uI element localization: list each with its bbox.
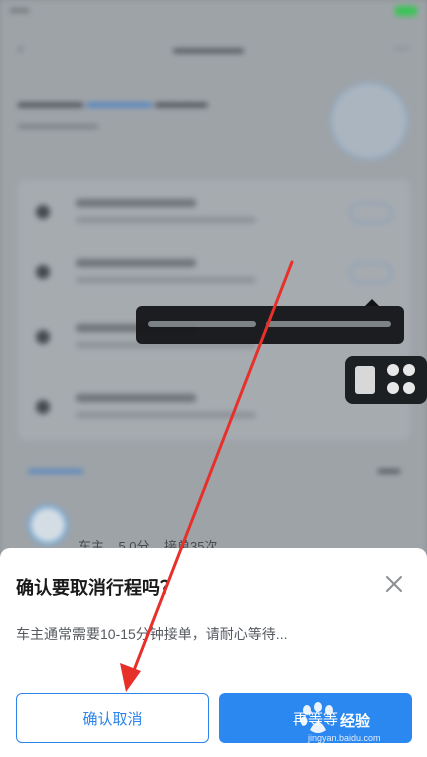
header-sub: ▬▬▬▬▬▬▬▬ bbox=[18, 120, 98, 131]
nav-bar: ‹ ▬▬▬▬▬ ⋯ bbox=[0, 28, 427, 68]
option-row bbox=[18, 185, 410, 243]
option-row bbox=[18, 245, 410, 303]
back-icon: ‹ bbox=[18, 39, 23, 57]
header-line: ▬▬▬▬▬ ▬▬▬▬▬ ▬▬▬▬ bbox=[18, 95, 208, 110]
document-icon bbox=[355, 366, 375, 394]
floating-tool-button[interactable] bbox=[345, 356, 427, 404]
close-icon[interactable] bbox=[382, 572, 406, 596]
battery-icon bbox=[391, 5, 417, 17]
watermark-url: jingyan.baidu.com bbox=[308, 733, 381, 743]
confirm-cancel-button[interactable]: 确认取消 bbox=[16, 693, 209, 743]
tooltip bbox=[136, 306, 404, 344]
tooltip-arrow bbox=[365, 299, 379, 306]
signal-icon: ••••• bbox=[10, 5, 30, 17]
sheet-message: 车主通常需要10-15分钟接单，请耐心等待... bbox=[16, 626, 288, 642]
sheet-title: 确认要取消行程吗？ bbox=[16, 578, 178, 598]
header-block: ▬▬▬▬▬ ▬▬▬▬▬ ▬▬▬▬ ▬▬▬▬▬▬▬▬ bbox=[18, 95, 318, 131]
driver-avatar bbox=[28, 505, 68, 545]
status-bar: ••••• bbox=[0, 0, 427, 22]
more-icon: ⋯ bbox=[394, 40, 409, 57]
watermark-brand: 经验 bbox=[340, 713, 371, 730]
baidu-jingyan-watermark: 经验 jingyan.baidu.com bbox=[298, 700, 423, 750]
nav-title-placeholder: ▬▬▬▬▬ bbox=[173, 40, 244, 56]
driver-header-row: ▬▬▬▬▬ ▬▬ bbox=[28, 464, 400, 476]
baidu-paw-logo bbox=[300, 702, 333, 733]
radar-graphic bbox=[330, 82, 408, 160]
